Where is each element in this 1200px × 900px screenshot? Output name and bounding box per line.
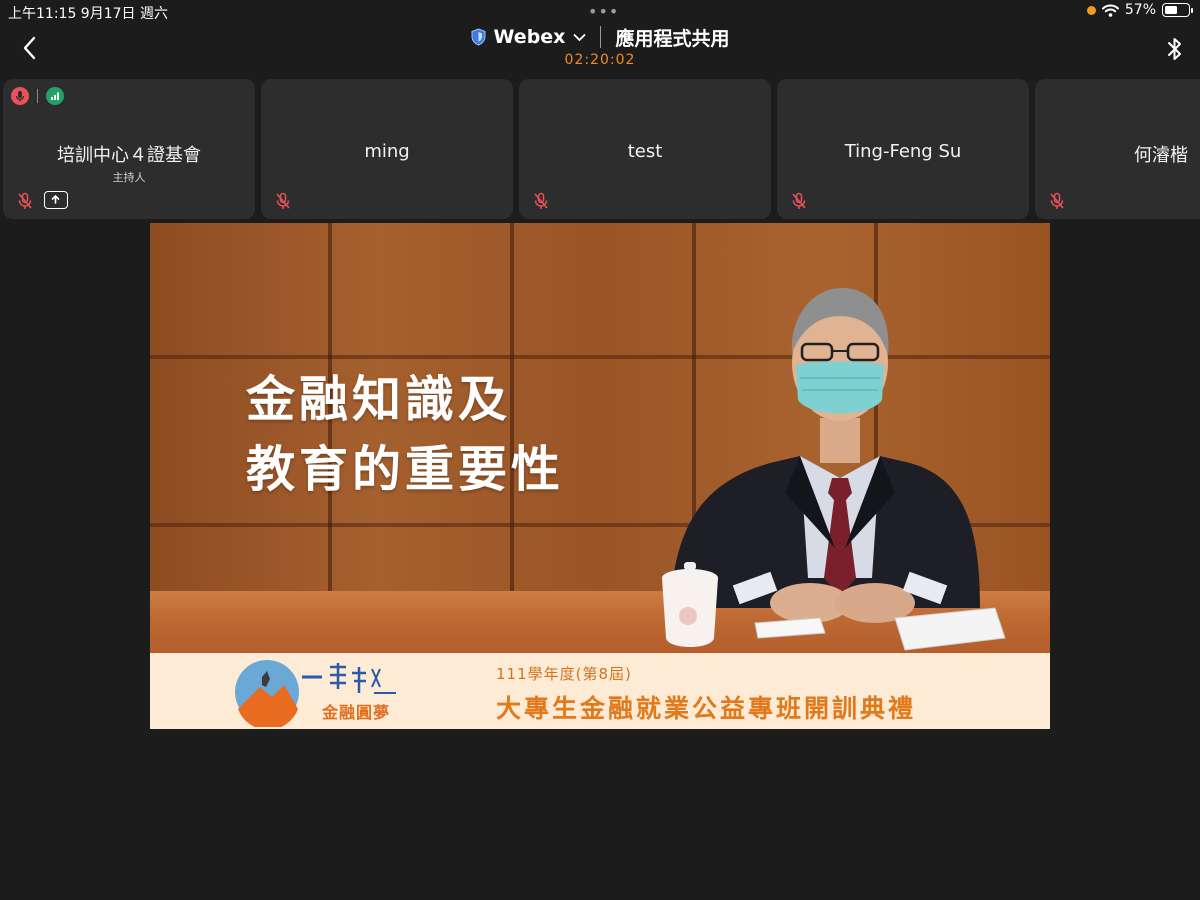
mic-in-use-indicator: [1086, 5, 1096, 15]
status-bar: 上午11:15 9月17日 週六 ••• 57%: [0, 0, 1200, 24]
muted-mic-icon: [792, 192, 806, 209]
participant-name: test: [627, 141, 663, 162]
logo-mountain-icon: [235, 660, 299, 727]
participant-tile[interactable]: 何濬楷: [1035, 79, 1200, 219]
lower-third-banner: 金融圓夢 111學年度(第8屆) 大專生金融就業公益專班開訓典禮: [150, 653, 1050, 729]
participant-name: 何濬楷: [1134, 145, 1188, 166]
shared-video[interactable]: 金融知識及 教育的重要性 金融圓夢 111學年度(第8屆) 大專生金融就業公益專…: [150, 223, 1050, 729]
screen-share-icon: [44, 191, 68, 209]
muted-mic-icon: [1050, 192, 1064, 209]
muted-mic-icon: [18, 192, 32, 209]
shield-icon: [471, 28, 486, 46]
participant-tile[interactable]: ming: [261, 79, 513, 219]
title-divider: [600, 26, 602, 48]
battery-icon: [1162, 3, 1193, 17]
headline-line-1: 金融知識及: [246, 371, 512, 428]
caption-small: 111學年度(第8屆): [496, 665, 632, 683]
speaker-figure: [662, 288, 1006, 651]
wifi-icon: [1101, 4, 1119, 17]
video-headline: 金融知識及 教育的重要性: [246, 365, 564, 505]
signal-strength-icon: [46, 87, 64, 105]
meeting-timer: 02:20:02: [564, 52, 636, 68]
multitasking-dots[interactable]: •••: [588, 2, 619, 21]
participant-name: ming: [364, 141, 410, 162]
logo-calligraphy-icon: [302, 663, 396, 694]
muted-mic-icon: [534, 192, 548, 209]
caption-big: 大專生金融就業公益專班開訓典禮: [496, 694, 917, 723]
bluetooth-icon[interactable]: [1166, 36, 1184, 62]
muted-mic-icon: [276, 192, 290, 209]
headline-line-2: 教育的重要性: [246, 441, 565, 498]
meeting-title[interactable]: Webex 應用程式共用: [471, 24, 730, 50]
status-time: 上午11:15 9月17日 週六: [8, 6, 168, 22]
participant-name: Ting-Feng Su: [844, 141, 962, 162]
participant-tile[interactable]: test: [519, 79, 771, 219]
participant-strip: 培訓中心４證基會 主持人 ming test Ting-Feng Su 何濬楷: [3, 79, 1200, 219]
badge-divider: [37, 89, 38, 103]
participant-tile[interactable]: 培訓中心４證基會 主持人: [3, 79, 255, 219]
participant-name: 培訓中心４證基會: [57, 145, 201, 166]
share-mode-label: 應用程式共用: [615, 27, 730, 50]
host-badges: [11, 87, 64, 105]
participant-role: 主持人: [112, 171, 146, 184]
muted-mic-badge-icon: [11, 87, 29, 105]
meeting-header: Webex 應用程式共用 02:20:02: [0, 24, 1200, 74]
logo-text: 金融圓夢: [322, 703, 391, 722]
participant-tile[interactable]: Ting-Feng Su: [777, 79, 1029, 219]
battery-percent: 57%: [1124, 2, 1156, 18]
chevron-down-icon: [574, 33, 586, 41]
app-name: Webex: [493, 26, 566, 48]
status-indicators: 57%: [1086, 2, 1193, 18]
